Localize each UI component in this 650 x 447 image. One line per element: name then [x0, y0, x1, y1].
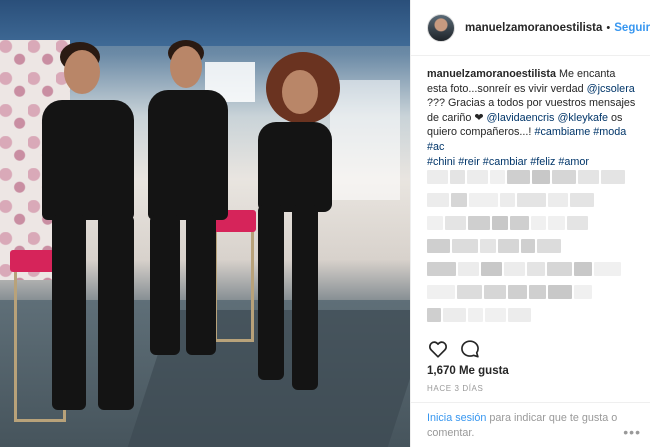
- caption-mention[interactable]: @jcsolera: [587, 83, 635, 95]
- post-photo[interactable]: [0, 0, 410, 447]
- pixelated-block: [548, 285, 572, 299]
- follow-button[interactable]: Seguir: [614, 22, 650, 34]
- pixelated-comment-row: [427, 216, 637, 230]
- photo-person-leg: [258, 205, 284, 380]
- pixelated-block: [443, 308, 466, 322]
- pixelated-block: [567, 216, 588, 230]
- pixelated-block: [427, 170, 448, 184]
- caption-mention[interactable]: @kleykafe: [557, 112, 608, 124]
- pixelated-block: [468, 216, 490, 230]
- pixelated-block: [469, 193, 498, 207]
- pixelated-block: [427, 216, 443, 230]
- photo-person-torso: [148, 90, 228, 220]
- photo-person-leg: [98, 215, 134, 410]
- pixelated-block: [451, 193, 467, 207]
- pixelated-block: [467, 170, 488, 184]
- pixelated-block: [457, 285, 482, 299]
- pixelated-block: [427, 193, 449, 207]
- photo-stool: [214, 232, 254, 342]
- pixelated-comments: [427, 170, 637, 338]
- pixelated-block: [510, 216, 529, 230]
- avatar[interactable]: [427, 13, 455, 42]
- likes-count[interactable]: 1,670 Me gusta: [427, 365, 509, 377]
- pixelated-block: [594, 262, 621, 276]
- pixelated-comment-row: [427, 239, 637, 253]
- photo-person-torso: [42, 100, 134, 220]
- pixelated-block: [508, 308, 531, 322]
- pixelated-block: [481, 262, 502, 276]
- pixelated-block: [548, 216, 565, 230]
- pixelated-block: [484, 285, 506, 299]
- pixelated-block: [427, 285, 455, 299]
- pixelated-block: [578, 170, 599, 184]
- pixelated-block: [529, 285, 546, 299]
- photo-rack: [330, 80, 400, 200]
- comment-icon[interactable]: [459, 338, 481, 360]
- pixelated-block: [537, 239, 561, 253]
- header-separator: •: [606, 21, 611, 34]
- pixelated-block: [490, 170, 505, 184]
- pixelated-comment-row: [427, 170, 637, 184]
- pixelated-block: [531, 216, 546, 230]
- heart-icon[interactable]: [427, 338, 449, 360]
- caption-username[interactable]: manuelzamoranoestilista: [427, 68, 556, 80]
- more-options-icon[interactable]: •••: [623, 425, 641, 439]
- photo-person-head: [282, 70, 318, 114]
- pixelated-block: [492, 216, 508, 230]
- post-sidebar: manuelzamoranoestilista • Seguir manuelz…: [410, 0, 650, 447]
- photo-person-leg: [150, 215, 180, 355]
- header-username[interactable]: manuelzamoranoestilista: [465, 22, 602, 34]
- pixelated-block: [468, 308, 483, 322]
- pixelated-block: [527, 262, 545, 276]
- photo-person-leg: [292, 205, 318, 390]
- caption-hashtags[interactable]: #chini #reir #cambiar #feliz #amor: [427, 156, 589, 168]
- pixelated-block: [574, 285, 592, 299]
- pixelated-block: [450, 170, 465, 184]
- pixelated-block: [452, 239, 478, 253]
- photo-person-leg: [52, 215, 86, 410]
- pixelated-block: [552, 170, 576, 184]
- pixelated-block: [508, 285, 527, 299]
- instagram-post: manuelzamoranoestilista • Seguir manuelz…: [0, 0, 650, 447]
- photo-person-torso: [258, 122, 332, 212]
- pixelated-block: [517, 193, 546, 207]
- pixelated-block: [500, 193, 515, 207]
- login-prompt: Inicia sesión para indicar que te gusta …: [411, 402, 650, 447]
- pixelated-comment-row: [427, 193, 637, 207]
- pixelated-block: [507, 170, 530, 184]
- pixelated-block: [458, 262, 479, 276]
- pixelated-block: [427, 308, 441, 322]
- pixelated-block: [480, 239, 496, 253]
- pixelated-block: [498, 239, 519, 253]
- pixelated-block: [601, 170, 625, 184]
- pixelated-block: [548, 193, 568, 207]
- pixelated-comment-row: [427, 262, 637, 276]
- post-actions: [427, 338, 481, 360]
- pixelated-block: [547, 262, 572, 276]
- photo-person-head: [64, 50, 100, 94]
- signin-link[interactable]: Inicia sesión: [427, 412, 486, 424]
- pixelated-comment-row: [427, 285, 637, 299]
- caption-mention[interactable]: @lavidaencris: [486, 112, 554, 124]
- photo-person-head: [170, 46, 202, 88]
- pixelated-block: [445, 216, 466, 230]
- pixelated-block: [521, 239, 535, 253]
- pixelated-block: [427, 239, 450, 253]
- post-timestamp: HACE 3 DÍAS: [427, 384, 484, 393]
- pixelated-block: [570, 193, 594, 207]
- pixelated-block: [485, 308, 506, 322]
- pixelated-block: [574, 262, 592, 276]
- pixelated-block: [427, 262, 456, 276]
- pixelated-block: [504, 262, 525, 276]
- pixelated-comment-row: [427, 308, 637, 322]
- post-header: manuelzamoranoestilista • Seguir: [411, 0, 650, 56]
- pixelated-block: [532, 170, 550, 184]
- photo-person-leg: [186, 215, 216, 355]
